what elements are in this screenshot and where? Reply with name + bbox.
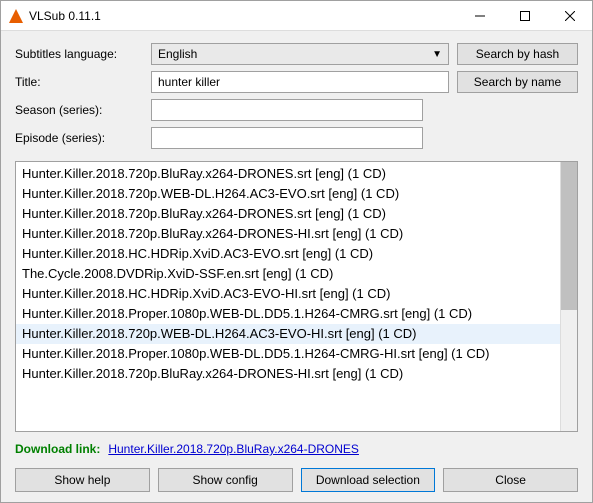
maximize-button[interactable] [502,1,547,30]
title-label: Title: [15,75,143,89]
result-item[interactable]: Hunter.Killer.2018.720p.BluRay.x264-DRON… [16,224,560,244]
download-link-row: Download link: Hunter.Killer.2018.720p.B… [15,438,578,458]
scroll-thumb[interactable] [561,162,577,310]
season-label: Season (series): [15,103,143,117]
titlebar-left: VLSub 0.11.1 [9,9,101,23]
chevron-down-icon: ▼ [432,49,442,60]
result-item[interactable]: Hunter.Killer.2018.HC.HDRip.XviD.AC3-EVO… [16,284,560,304]
show-help-button[interactable]: Show help [15,468,150,492]
close-button[interactable]: Close [443,468,578,492]
results-list[interactable]: Hunter.Killer.2018.720p.BluRay.x264-DRON… [16,162,560,431]
window-controls [457,1,592,30]
episode-row: Episode (series): [15,127,578,149]
download-link[interactable]: Hunter.Killer.2018.720p.BluRay.x264-DRON… [108,442,359,456]
language-row: Subtitles language: English ▼ Search by … [15,43,578,65]
vlc-cone-icon [9,9,23,23]
search-by-name-button[interactable]: Search by name [457,71,578,93]
title-input[interactable] [151,71,449,93]
window-title: VLSub 0.11.1 [29,9,101,23]
close-window-button[interactable] [547,1,592,30]
language-value: English [158,47,197,61]
bottom-buttons: Show help Show config Download selection… [15,464,578,492]
episode-input[interactable] [151,127,423,149]
result-item[interactable]: The.Cycle.2008.DVDRip.XviD-SSF.en.srt [e… [16,264,560,284]
episode-label: Episode (series): [15,131,143,145]
result-item[interactable]: Hunter.Killer.2018.Proper.1080p.WEB-DL.D… [16,344,560,364]
result-item[interactable]: Hunter.Killer.2018.HC.HDRip.XviD.AC3-EVO… [16,244,560,264]
vlsub-window: VLSub 0.11.1 Subtitles language: English… [0,0,593,503]
result-item[interactable]: Hunter.Killer.2018.720p.WEB-DL.H264.AC3-… [16,324,560,344]
results-box: Hunter.Killer.2018.720p.BluRay.x264-DRON… [15,161,578,432]
season-input[interactable] [151,99,423,121]
search-by-hash-button[interactable]: Search by hash [457,43,578,65]
content-area: Subtitles language: English ▼ Search by … [1,31,592,502]
minimize-button[interactable] [457,1,502,30]
download-selection-button[interactable]: Download selection [301,468,436,492]
result-item[interactable]: Hunter.Killer.2018.720p.BluRay.x264-DRON… [16,364,560,384]
language-select[interactable]: English ▼ [151,43,449,65]
scrollbar[interactable] [560,162,577,431]
show-config-button[interactable]: Show config [158,468,293,492]
result-item[interactable]: Hunter.Killer.2018.720p.BluRay.x264-DRON… [16,164,560,184]
result-item[interactable]: Hunter.Killer.2018.Proper.1080p.WEB-DL.D… [16,304,560,324]
language-label: Subtitles language: [15,47,143,61]
season-row: Season (series): [15,99,578,121]
titlebar: VLSub 0.11.1 [1,1,592,31]
result-item[interactable]: Hunter.Killer.2018.720p.BluRay.x264-DRON… [16,204,560,224]
title-row: Title: Search by name [15,71,578,93]
download-link-label: Download link: [15,442,100,456]
result-item[interactable]: Hunter.Killer.2018.720p.WEB-DL.H264.AC3-… [16,184,560,204]
